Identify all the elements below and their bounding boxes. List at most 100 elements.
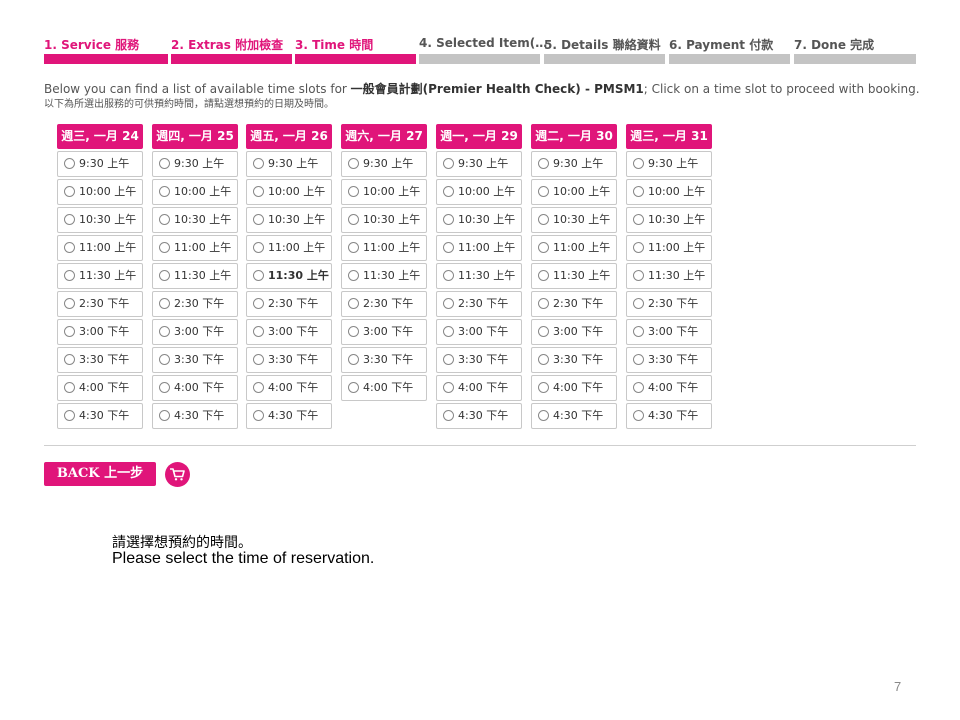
- radio-icon[interactable]: [348, 381, 359, 393]
- radio-icon[interactable]: [538, 157, 549, 169]
- time-slot[interactable]: 4:00 下午: [436, 375, 522, 401]
- radio-icon[interactable]: [253, 325, 264, 337]
- step-extras[interactable]: 2. Extras 附加檢查: [171, 36, 292, 66]
- radio-icon[interactable]: [64, 213, 75, 225]
- radio-icon[interactable]: [253, 381, 264, 393]
- time-slot[interactable]: 11:30 上午: [531, 263, 617, 289]
- time-slot[interactable]: 11:00 上午: [341, 235, 427, 261]
- radio-icon[interactable]: [64, 353, 75, 365]
- radio-icon[interactable]: [64, 409, 75, 421]
- radio-icon[interactable]: [159, 241, 170, 253]
- radio-icon[interactable]: [443, 409, 454, 421]
- time-slot[interactable]: 9:30 上午: [436, 151, 522, 177]
- radio-icon[interactable]: [253, 409, 264, 421]
- time-slot[interactable]: 9:30 上午: [57, 151, 143, 177]
- radio-icon[interactable]: [443, 241, 454, 253]
- step-time[interactable]: 3. Time 時間: [295, 36, 416, 66]
- time-slot[interactable]: 4:00 下午: [152, 375, 238, 401]
- time-slot[interactable]: 11:30 上午: [341, 263, 427, 289]
- time-slot[interactable]: 3:30 下午: [57, 347, 143, 373]
- time-slot[interactable]: 10:30 上午: [57, 207, 143, 233]
- time-slot[interactable]: 11:00 上午: [626, 235, 712, 261]
- time-slot[interactable]: 4:00 下午: [531, 375, 617, 401]
- step-service[interactable]: 1. Service 服務: [44, 36, 168, 66]
- radio-icon[interactable]: [443, 213, 454, 225]
- radio-icon[interactable]: [443, 269, 454, 281]
- radio-icon[interactable]: [348, 297, 359, 309]
- radio-icon[interactable]: [443, 325, 454, 337]
- time-slot[interactable]: 11:00 上午: [57, 235, 143, 261]
- time-slot[interactable]: 11:30 上午: [626, 263, 712, 289]
- step-payment[interactable]: 6. Payment 付款: [669, 36, 790, 66]
- radio-icon[interactable]: [633, 241, 644, 253]
- time-slot[interactable]: 4:00 下午: [57, 375, 143, 401]
- time-slot[interactable]: 4:00 下午: [626, 375, 712, 401]
- time-slot[interactable]: 2:30 下午: [57, 291, 143, 317]
- time-slot[interactable]: 4:00 下午: [246, 375, 332, 401]
- radio-icon[interactable]: [64, 381, 75, 393]
- radio-icon[interactable]: [253, 241, 264, 253]
- radio-icon[interactable]: [443, 353, 454, 365]
- step-done[interactable]: 7. Done 完成: [794, 36, 916, 66]
- time-slot[interactable]: 10:30 上午: [436, 207, 522, 233]
- time-slot[interactable]: 3:30 下午: [531, 347, 617, 373]
- time-slot[interactable]: 3:30 下午: [436, 347, 522, 373]
- radio-icon[interactable]: [633, 297, 644, 309]
- time-slot[interactable]: 10:30 上午: [626, 207, 712, 233]
- time-slot[interactable]: 3:00 下午: [246, 319, 332, 345]
- radio-icon[interactable]: [253, 157, 264, 169]
- time-slot[interactable]: 4:30 下午: [436, 403, 522, 429]
- time-slot[interactable]: 4:30 下午: [246, 403, 332, 429]
- time-slot[interactable]: 9:30 上午: [152, 151, 238, 177]
- radio-icon[interactable]: [253, 185, 264, 197]
- radio-icon[interactable]: [538, 409, 549, 421]
- time-slot[interactable]: 11:30 上午: [152, 263, 238, 289]
- radio-icon[interactable]: [538, 213, 549, 225]
- time-slot[interactable]: 11:30 上午: [246, 263, 332, 289]
- time-slot[interactable]: 10:00 上午: [341, 179, 427, 205]
- time-slot[interactable]: 3:30 下午: [626, 347, 712, 373]
- time-slot[interactable]: 10:00 上午: [57, 179, 143, 205]
- time-slot[interactable]: 3:00 下午: [341, 319, 427, 345]
- time-slot[interactable]: 2:30 下午: [436, 291, 522, 317]
- time-slot[interactable]: 11:00 上午: [436, 235, 522, 261]
- time-slot[interactable]: 10:00 上午: [246, 179, 332, 205]
- radio-icon[interactable]: [633, 409, 644, 421]
- radio-icon[interactable]: [538, 353, 549, 365]
- time-slot[interactable]: 4:30 下午: [152, 403, 238, 429]
- radio-icon[interactable]: [64, 241, 75, 253]
- time-slot[interactable]: 11:00 上午: [152, 235, 238, 261]
- time-slot[interactable]: 3:30 下午: [246, 347, 332, 373]
- radio-icon[interactable]: [348, 213, 359, 225]
- time-slot[interactable]: 9:30 上午: [341, 151, 427, 177]
- time-slot[interactable]: 2:30 下午: [246, 291, 332, 317]
- radio-icon[interactable]: [633, 269, 644, 281]
- time-slot[interactable]: 10:30 上午: [341, 207, 427, 233]
- time-slot[interactable]: 2:30 下午: [626, 291, 712, 317]
- radio-icon[interactable]: [159, 297, 170, 309]
- radio-icon[interactable]: [159, 213, 170, 225]
- radio-icon[interactable]: [64, 157, 75, 169]
- time-slot[interactable]: 11:00 上午: [246, 235, 332, 261]
- radio-icon[interactable]: [159, 185, 170, 197]
- radio-icon[interactable]: [633, 381, 644, 393]
- time-slot[interactable]: 3:30 下午: [341, 347, 427, 373]
- radio-icon[interactable]: [633, 325, 644, 337]
- radio-icon[interactable]: [348, 325, 359, 337]
- radio-icon[interactable]: [253, 353, 264, 365]
- radio-icon[interactable]: [348, 157, 359, 169]
- radio-icon[interactable]: [443, 297, 454, 309]
- radio-icon[interactable]: [348, 241, 359, 253]
- time-slot[interactable]: 3:00 下午: [57, 319, 143, 345]
- step-details[interactable]: 5. Details 聯絡資料: [544, 36, 665, 66]
- radio-icon[interactable]: [159, 409, 170, 421]
- radio-icon[interactable]: [633, 353, 644, 365]
- radio-icon[interactable]: [159, 353, 170, 365]
- time-slot[interactable]: 2:30 下午: [152, 291, 238, 317]
- radio-icon[interactable]: [159, 269, 170, 281]
- time-slot[interactable]: 11:00 上午: [531, 235, 617, 261]
- time-slot[interactable]: 11:30 上午: [57, 263, 143, 289]
- radio-icon[interactable]: [253, 297, 264, 309]
- radio-icon[interactable]: [538, 381, 549, 393]
- radio-icon[interactable]: [253, 269, 264, 281]
